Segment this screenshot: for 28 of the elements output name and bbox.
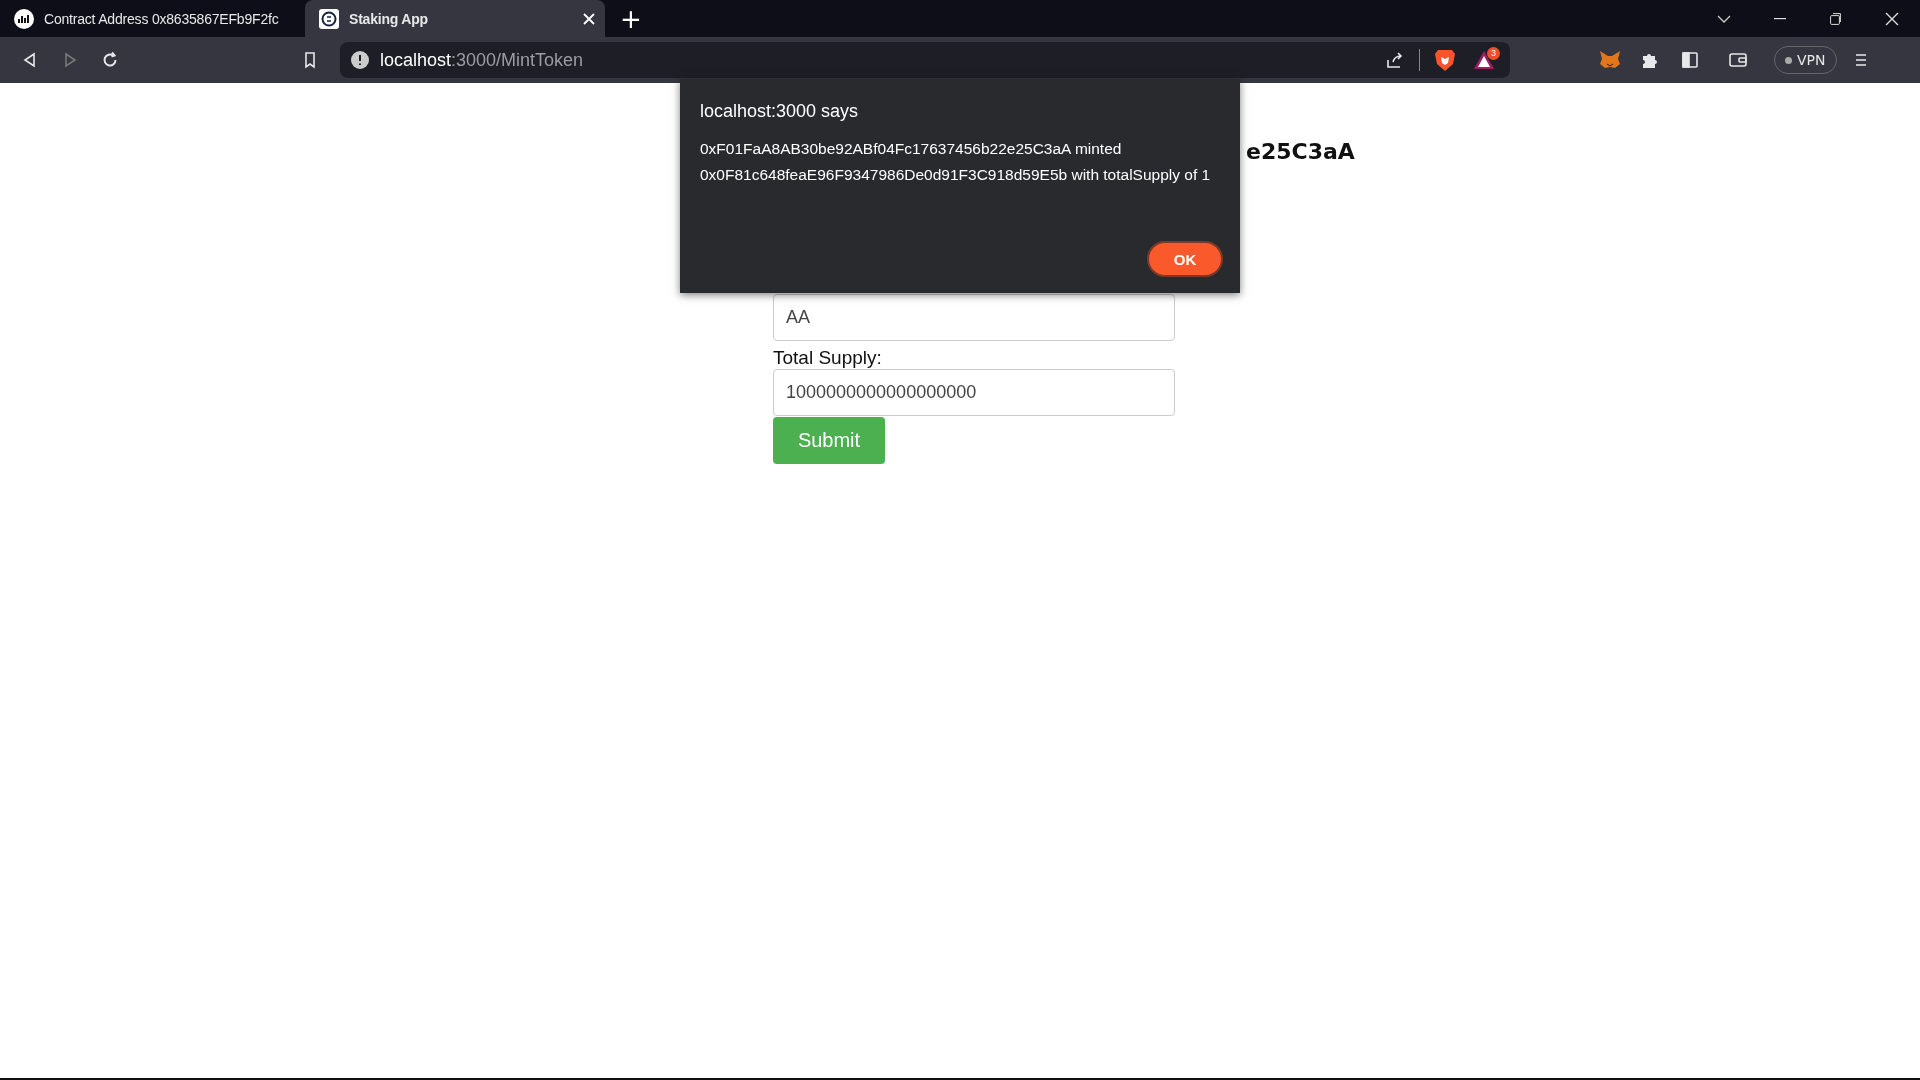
chevron-down-icon bbox=[1717, 14, 1731, 23]
fox-icon bbox=[1599, 50, 1621, 70]
chart-logo-icon bbox=[14, 8, 34, 29]
info-icon bbox=[350, 50, 370, 70]
field-label: Total Supply: bbox=[773, 346, 883, 369]
lion-shield-icon[interactable] bbox=[1434, 48, 1456, 72]
wallet-icon bbox=[1728, 50, 1748, 70]
browser-tab[interactable]: Staking App bbox=[305, 0, 605, 37]
dialog-title: localhost:3000 says bbox=[700, 101, 860, 122]
rewards-button[interactable]: 3 bbox=[1466, 45, 1502, 75]
text-field[interactable]: AA bbox=[773, 294, 1175, 341]
coin-logo-icon bbox=[319, 8, 339, 29]
url-text: localhost:3000/MintToken bbox=[380, 49, 585, 71]
close-tab-icon[interactable] bbox=[583, 12, 595, 25]
share-icon[interactable] bbox=[1385, 50, 1405, 70]
address-bar[interactable]: localhost:3000/MintToken 3 bbox=[340, 42, 1510, 78]
text-field[interactable]: 1000000000000000000 bbox=[773, 369, 1175, 416]
puzzle-icon bbox=[1641, 51, 1659, 69]
restore-icon bbox=[1830, 12, 1842, 25]
dialog-message: 0x0F81c648feaE96F9347986De0d91F3C918d59E5b with totalSupply of 1 bbox=[700, 165, 1212, 185]
page-heading: e25C3aA bbox=[1246, 139, 1355, 164]
dialog-message: 0xF01FaA8AB30be92ABf04Fc17637456b22e25C3aA minted bbox=[700, 139, 1123, 159]
close-icon bbox=[1885, 11, 1899, 26]
notification-badge: 3 bbox=[1487, 47, 1500, 60]
sidebar-icon bbox=[1680, 50, 1700, 70]
new-tab-button[interactable]: + bbox=[611, 0, 651, 37]
browser-tab[interactable]: Contract Address 0x8635867EFb9F2fc bbox=[0, 0, 305, 37]
minimize-icon bbox=[1774, 17, 1786, 20]
